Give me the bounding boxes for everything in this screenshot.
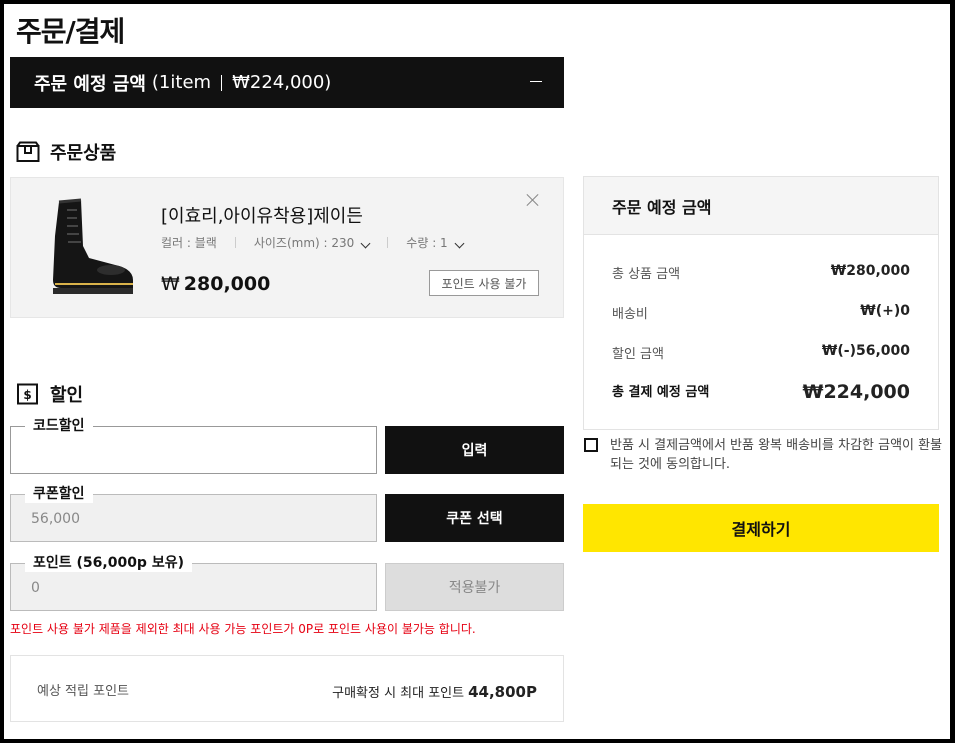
agreement-checkbox[interactable]	[584, 438, 598, 452]
point-discount-value: 0	[31, 580, 40, 596]
pay-button[interactable]: 결제하기	[583, 504, 939, 552]
products-section-title: 주문상품	[16, 139, 116, 165]
products-section-label: 주문상품	[50, 143, 117, 164]
summary-row-label: 배송비	[612, 307, 648, 322]
summary-row-label: 할인 금액	[612, 347, 664, 362]
dollar-icon: $	[17, 383, 38, 405]
checkout-page: 주문/결제 주문 예정 금액 (1item ₩224,000) 주문상품 [이효…	[4, 4, 950, 739]
code-discount-legend: 코드할인	[25, 417, 93, 435]
product-thumbnail[interactable]	[41, 196, 141, 301]
expected-points-label: 예상 적립 포인트	[37, 684, 129, 699]
remove-item-close-icon[interactable]	[525, 192, 541, 208]
point-discount-legend: 포인트 (56,000p 보유)	[25, 554, 192, 572]
summary-row-label: 총 상품 금액	[612, 267, 681, 282]
svg-text:$: $	[23, 388, 31, 402]
option-divider	[234, 237, 236, 248]
point-apply-button-disabled: 적용불가	[385, 563, 564, 611]
summary-row-products: 총 상품 금액 ₩280,000	[612, 263, 910, 282]
product-card: [이효리,아이유착용]제이든 컬러 : 블랙 사이즈(mm) : 230 수량 …	[10, 177, 564, 318]
discount-section-label: 할인	[50, 385, 84, 406]
product-color: 컬러 : 블랙	[161, 236, 217, 250]
expected-points-prefix: 구매확정 시 최대 포인트	[332, 686, 465, 701]
chevron-down-icon	[360, 238, 371, 249]
code-apply-button[interactable]: 입력	[385, 426, 564, 474]
coupon-discount-field: 쿠폰할인 56,000	[10, 485, 377, 542]
option-divider	[387, 237, 389, 248]
expected-points-value: 44,800P	[468, 683, 537, 701]
coupon-select-button[interactable]: 쿠폰 선택	[385, 494, 564, 542]
order-summary-bar[interactable]: 주문 예정 금액 (1item ₩224,000)	[10, 57, 564, 108]
summary-row-total: 총 결제 예정 금액 ₩224,000	[612, 381, 910, 403]
summary-total-label: 총 결제 예정 금액	[612, 385, 710, 400]
product-qty-select[interactable]: 수량 : 1	[406, 234, 465, 251]
summary-total-value: ₩224,000	[802, 381, 911, 403]
currency-symbol: ₩	[161, 273, 180, 295]
product-name[interactable]: [이효리,아이유착용]제이든	[161, 202, 363, 228]
order-summary-panel: 주문 예정 금액 총 상품 금액 ₩280,000 배송비 ₩(+)0 할인 금…	[583, 176, 939, 430]
refund-agreement[interactable]: 반품 시 결제금액에서 반품 왕복 배송비를 차감한 금액이 환불되는 것에 동…	[584, 436, 944, 474]
point-warning-text: 포인트 사용 불가 제품을 제외한 최대 사용 가능 포인트가 0P로 포인트 …	[10, 622, 476, 636]
summary-row-discount: 할인 금액 ₩(-)56,000	[612, 343, 910, 362]
product-price: ₩280,000	[161, 273, 270, 295]
product-size: 사이즈(mm) : 230	[253, 236, 355, 250]
point-discount-field: 포인트 (56,000p 보유) 0	[10, 554, 377, 611]
summary-count: (1item	[151, 72, 212, 93]
summary-row-value: ₩(-)56,000	[821, 343, 910, 359]
coupon-discount-value: 56,000	[31, 511, 80, 527]
expected-points-box: 예상 적립 포인트 구매확정 시 최대 포인트 44,800P	[10, 655, 564, 722]
summary-panel-title: 주문 예정 금액	[584, 177, 938, 235]
agreement-text: 반품 시 결제금액에서 반품 왕복 배송비를 차감한 금액이 환불되는 것에 동…	[610, 438, 943, 472]
product-size-select[interactable]: 사이즈(mm) : 230	[253, 234, 371, 251]
summary-row-value: ₩280,000	[830, 263, 910, 279]
summary-label: 주문 예정 금액	[34, 73, 146, 95]
coupon-discount-legend: 쿠폰할인	[25, 485, 93, 503]
code-discount-input[interactable]	[31, 443, 331, 459]
price-value: 280,000	[183, 273, 271, 295]
page-title: 주문/결제	[16, 15, 125, 48]
point-unavailable-badge: 포인트 사용 불가	[429, 270, 539, 296]
summary-amount: ₩224,000)	[232, 72, 332, 93]
collapse-icon[interactable]	[530, 81, 542, 82]
product-qty: 수량 : 1	[406, 236, 448, 250]
summary-row-value: ₩(+)0	[860, 303, 910, 319]
discount-section-title: $ 할인	[16, 381, 83, 407]
chevron-down-icon	[454, 238, 465, 249]
code-discount-field[interactable]: 코드할인	[10, 417, 377, 474]
summary-row-shipping: 배송비 ₩(+)0	[612, 303, 910, 322]
box-icon	[16, 141, 40, 162]
expected-points-info: 구매확정 시 최대 포인트 44,800P	[332, 682, 537, 701]
summary-divider	[221, 74, 223, 91]
product-options: 컬러 : 블랙 사이즈(mm) : 230 수량 : 1	[161, 234, 465, 251]
